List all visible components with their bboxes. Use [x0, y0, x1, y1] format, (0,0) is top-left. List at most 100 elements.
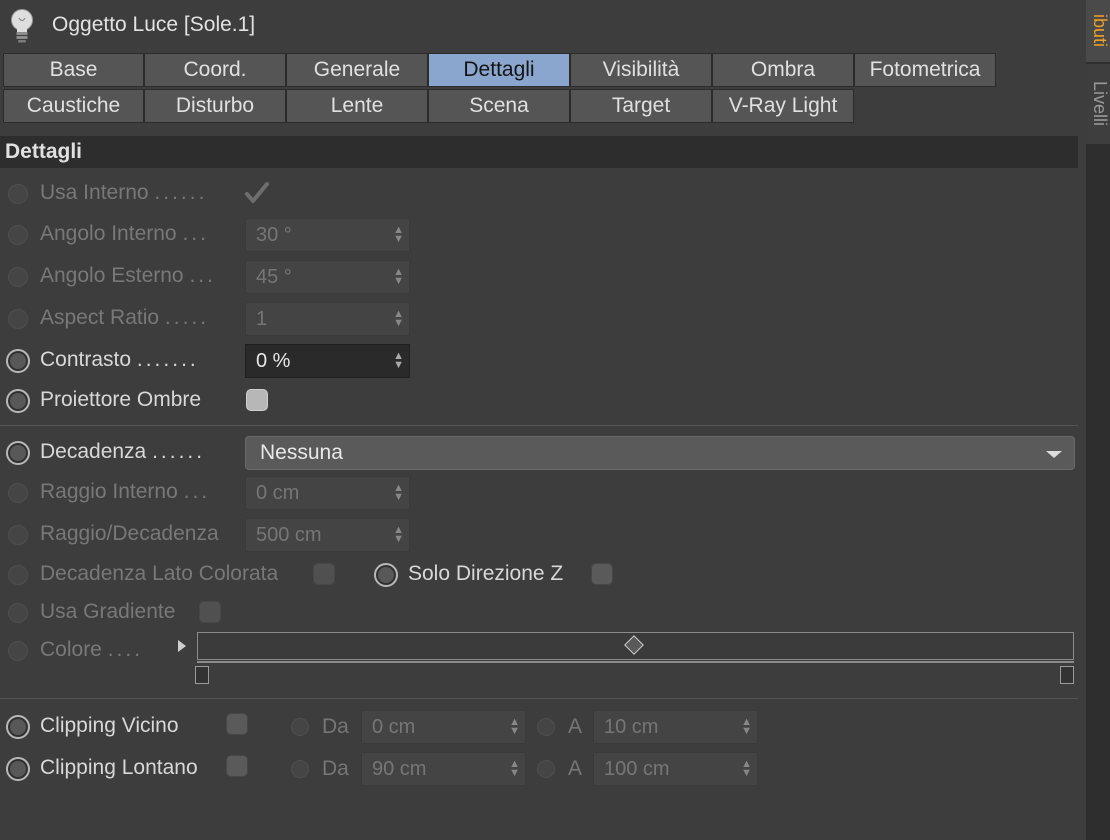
expand-triangle-icon[interactable] [178, 640, 186, 652]
row-clipping-lontano: Clipping Lontano Da 90 cm ▲ ▼ A 100 cm ▲ ▼ [0, 752, 1080, 786]
tab-scena[interactable]: Scena [428, 89, 570, 123]
proiettore-ombre-label: Proiettore Ombre [40, 388, 202, 411]
animate-radio[interactable] [6, 441, 30, 465]
tab-fotometrica[interactable]: Fotometrica [854, 53, 996, 87]
clipping-vicino-checkbox[interactable] [226, 713, 248, 735]
animate-radio[interactable] [291, 760, 309, 778]
decadenza-lato-checkbox[interactable] [313, 563, 335, 585]
angolo-interno-field[interactable]: 30 ° ▲ ▼ [245, 218, 410, 252]
animate-radio[interactable] [8, 267, 28, 287]
row-colore: Colore .... [0, 632, 1080, 694]
spinner-icon[interactable]: ▲ ▼ [393, 219, 404, 245]
row-raggio-decadenza: Raggio/Decadenza 500 cm ▲ ▼ [0, 518, 1080, 552]
checkmark-icon [245, 182, 269, 203]
row-raggio-interno: Raggio Interno ... 0 cm ▲ ▼ [0, 476, 1080, 510]
spinner-icon[interactable]: ▲ ▼ [393, 345, 404, 371]
animate-radio[interactable] [8, 641, 28, 661]
tab-disturbo[interactable]: Disturbo [144, 89, 286, 123]
separator [0, 698, 1078, 699]
proiettore-ombre-checkbox[interactable] [246, 389, 268, 411]
aspect-ratio-field[interactable]: 1 ▲ ▼ [245, 302, 410, 336]
tab-dettagli[interactable]: Dettagli [428, 53, 570, 87]
angolo-interno-label: Angolo Interno ... [40, 222, 209, 245]
aspect-ratio-label: Aspect Ratio ..... [40, 306, 210, 329]
section-title: Dettagli [0, 136, 1078, 168]
tab-visibilita[interactable]: Visibilità [570, 53, 712, 87]
row-proiettore-ombre: Proiettore Ombre [0, 384, 1080, 418]
animate-radio[interactable] [8, 483, 28, 503]
tab-vray-light[interactable]: V-Ray Light [712, 89, 854, 123]
clipping-lontano-checkbox[interactable] [226, 755, 248, 777]
tab-ombra[interactable]: Ombra [712, 53, 854, 87]
clipping-vicino-label: Clipping Vicino [40, 714, 179, 737]
separator [0, 425, 1078, 426]
animate-radio[interactable] [374, 563, 398, 587]
gradient-knot-left[interactable] [195, 666, 209, 684]
animate-radio[interactable] [6, 389, 30, 413]
animate-radio[interactable] [6, 349, 30, 373]
gradient-knot-right[interactable] [1060, 666, 1074, 684]
tab-target[interactable]: Target [570, 89, 712, 123]
spinner-icon[interactable]: ▲ ▼ [509, 753, 520, 779]
animate-radio[interactable] [8, 565, 28, 585]
sidebar-tab-livelli[interactable]: Livelli [1086, 64, 1110, 144]
gradient-baseline [197, 661, 1074, 663]
decadenza-lato-label: Decadenza Lato Colorata [40, 562, 279, 585]
spinner-icon[interactable]: ▲ ▼ [393, 477, 404, 503]
clipping-vicino-da-field[interactable]: 0 cm ▲ ▼ [361, 710, 526, 744]
sidebar-tab-attributi[interactable]: ibuti [1086, 0, 1110, 62]
a-label: A [568, 757, 583, 780]
a-label: A [568, 715, 583, 738]
spinner-icon[interactable]: ▲ ▼ [393, 303, 404, 329]
tab-lente[interactable]: Lente [286, 89, 428, 123]
row-usa-gradiente: Usa Gradiente [0, 596, 1080, 630]
decadenza-dropdown[interactable]: Nessuna [245, 436, 1075, 470]
window-title: Oggetto Luce [Sole.1] [52, 13, 256, 36]
decadenza-label: Decadenza ...... [40, 440, 206, 463]
usa-interno-checkbox[interactable] [244, 180, 270, 211]
row-contrasto: Contrasto ....... 0 % ▲ ▼ [0, 344, 1080, 378]
raggio-decadenza-field[interactable]: 500 cm ▲ ▼ [245, 518, 410, 552]
contrasto-field[interactable]: 0 % ▲ ▼ [245, 344, 410, 378]
raggio-interno-field[interactable]: 0 cm ▲ ▼ [245, 476, 410, 510]
row-angolo-esterno: Angolo Esterno ... 45 ° ▲ ▼ [0, 260, 1080, 294]
animate-radio[interactable] [291, 718, 309, 736]
tab-coord[interactable]: Coord. [144, 53, 286, 87]
row-clipping-vicino: Clipping Vicino Da 0 cm ▲ ▼ A 10 cm ▲ ▼ [0, 710, 1080, 744]
animate-radio[interactable] [8, 184, 28, 204]
clipping-lontano-label: Clipping Lontano [40, 756, 198, 779]
row-decadenza: Decadenza ...... Nessuna [0, 436, 1080, 470]
da-label: Da [322, 715, 349, 738]
clipping-vicino-a-field[interactable]: 10 cm ▲ ▼ [593, 710, 758, 744]
spinner-icon[interactable]: ▲ ▼ [393, 519, 404, 545]
solo-direzione-z-checkbox[interactable] [591, 563, 613, 585]
usa-gradiente-checkbox[interactable] [199, 601, 221, 623]
angolo-esterno-label: Angolo Esterno ... [40, 264, 216, 287]
animate-radio[interactable] [6, 715, 30, 739]
animate-radio[interactable] [8, 603, 28, 623]
clipping-lontano-a-field[interactable]: 100 cm ▲ ▼ [593, 752, 758, 786]
row-usa-interno: Usa Interno ...... [0, 177, 1080, 211]
spinner-icon[interactable]: ▲ ▼ [741, 753, 752, 779]
animate-radio[interactable] [537, 760, 555, 778]
row-aspect-ratio: Aspect Ratio ..... 1 ▲ ▼ [0, 302, 1080, 336]
clipping-lontano-da-field[interactable]: 90 cm ▲ ▼ [361, 752, 526, 786]
usa-interno-label: Usa Interno ...... [40, 181, 208, 204]
spinner-icon[interactable]: ▲ ▼ [509, 711, 520, 737]
animate-radio[interactable] [6, 757, 30, 781]
angolo-esterno-field[interactable]: 45 ° ▲ ▼ [245, 260, 410, 294]
row-decadenza-lato: Decadenza Lato Colorata Solo Direzione Z [0, 558, 1080, 592]
lightbulb-icon [8, 8, 36, 49]
spinner-icon[interactable]: ▲ ▼ [393, 261, 404, 287]
animate-radio[interactable] [8, 309, 28, 329]
spinner-icon[interactable]: ▲ ▼ [741, 711, 752, 737]
animate-radio[interactable] [8, 525, 28, 545]
header: Oggetto Luce [Sole.1] [0, 0, 1080, 52]
da-label: Da [322, 757, 349, 780]
animate-radio[interactable] [537, 718, 555, 736]
animate-radio[interactable] [8, 225, 28, 245]
tab-base[interactable]: Base [3, 53, 144, 87]
tab-generale[interactable]: Generale [286, 53, 428, 87]
raggio-decadenza-label: Raggio/Decadenza [40, 522, 219, 545]
tab-caustiche[interactable]: Caustiche [3, 89, 144, 123]
